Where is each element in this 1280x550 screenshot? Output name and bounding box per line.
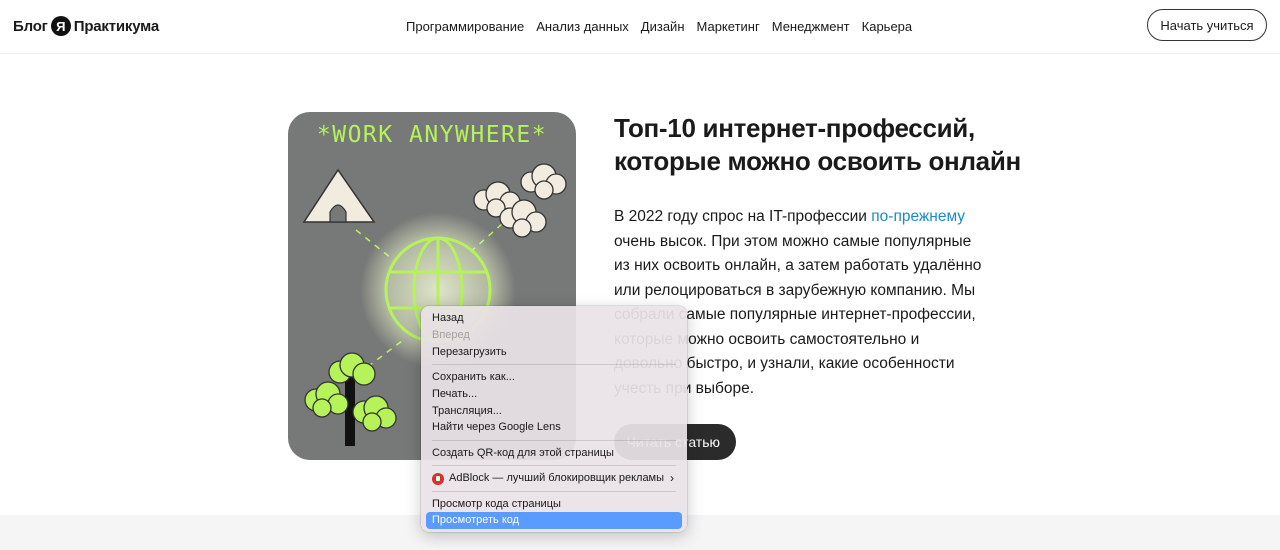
menu-item-print[interactable]: Печать...: [426, 386, 682, 403]
menu-item-view-source[interactable]: Просмотр кода страницы: [426, 496, 682, 513]
menu-item-forward[interactable]: Вперед: [426, 327, 682, 344]
menu-divider: [432, 439, 676, 441]
tree-icon: [304, 352, 397, 446]
menu-divider: [432, 364, 676, 366]
site-logo[interactable]: Блог Я Практикума: [13, 16, 159, 36]
nav-career[interactable]: Карьера: [862, 19, 913, 34]
submenu-arrow-icon: ›: [670, 471, 674, 486]
nav-programming[interactable]: Программирование: [406, 19, 524, 34]
nav-design[interactable]: Дизайн: [641, 19, 685, 34]
main-nav: Программирование Анализ данных Дизайн Ма…: [406, 19, 924, 34]
nav-management[interactable]: Менеджмент: [772, 19, 850, 34]
work-anywhere-text: *WORK ANYWHERE*: [317, 122, 547, 148]
cloud-icon: [473, 163, 567, 238]
logo-word-praktikum: Практикума: [73, 17, 159, 35]
menu-divider: [432, 490, 676, 492]
adblock-icon: [432, 472, 444, 485]
menu-item-inspect[interactable]: Просмотреть код: [426, 512, 682, 530]
yandex-logo-icon: Я: [50, 16, 71, 36]
nav-data-analysis[interactable]: Анализ данных: [536, 19, 629, 34]
menu-item-reload[interactable]: Перезагрузить: [426, 344, 682, 361]
menu-item-back[interactable]: Назад: [426, 310, 682, 327]
start-learning-button[interactable]: Начать учиться: [1147, 9, 1267, 41]
lead-link[interactable]: по-прежнему: [871, 208, 965, 225]
lead-text-start: В 2022 году спрос на IT-профессии: [614, 208, 872, 225]
logo-word-blog: Блог: [13, 17, 48, 35]
menu-item-qr-code[interactable]: Создать QR-код для этой страницы: [426, 445, 682, 462]
menu-item-save-as[interactable]: Сохранить как...: [426, 369, 682, 386]
context-menu: Назад Вперед Перезагрузить Сохранить как…: [421, 306, 687, 532]
menu-item-adblock-label: AdBlock — лучший блокировщик рекламы: [449, 472, 665, 485]
menu-item-google-lens[interactable]: Найти через Google Lens: [426, 419, 682, 436]
tent-icon: [302, 168, 376, 223]
site-header: Блог Я Практикума Программирование Анали…: [0, 0, 1280, 54]
menu-item-cast[interactable]: Трансляция...: [426, 403, 682, 420]
menu-item-adblock[interactable]: AdBlock — лучший блокировщик рекламы ›: [426, 470, 682, 487]
nav-marketing[interactable]: Маркетинг: [697, 19, 760, 34]
menu-divider: [432, 465, 676, 467]
article-title[interactable]: Топ-10 интернет-профессий, которые можно…: [614, 112, 1034, 178]
